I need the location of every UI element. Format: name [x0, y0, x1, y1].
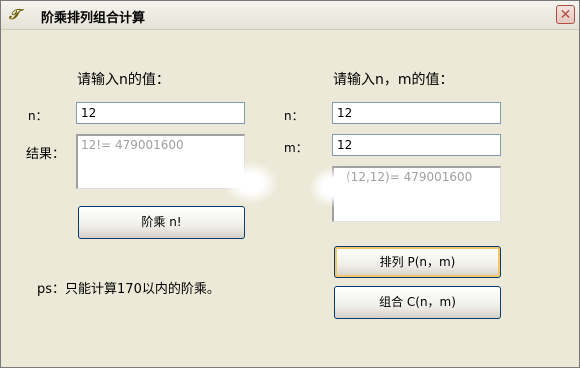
perm-m-input[interactable]: 12 — [332, 134, 501, 156]
perm-result-box: (12,12)= 479001600 — [332, 166, 501, 222]
blur-artifact-left — [223, 161, 279, 205]
app-window: 𝒯 阶乘排列组合计算 ✕ 请输入n的值： n： 12 结果： 12!= 4790… — [0, 0, 580, 368]
perm-comb-heading: 请输入n，m的值： — [333, 72, 454, 88]
combination-button[interactable]: 组合 C(n，m) — [334, 286, 501, 319]
close-button[interactable]: ✕ — [556, 5, 575, 24]
window-title: 阶乘排列组合计算 — [41, 11, 146, 26]
factorial-heading: 请输入n的值： — [77, 72, 170, 88]
permutation-button[interactable]: 排列 P(n，m) — [334, 246, 501, 278]
factorial-button[interactable]: 阶乘 n! — [78, 206, 245, 239]
ps-note: ps：只能计算170以内的阶乘。 — [37, 282, 220, 297]
m-label: m： — [284, 141, 308, 155]
result-label: 结果： — [26, 147, 66, 162]
title-bar[interactable]: 𝒯 阶乘排列组合计算 ✕ — [1, 1, 579, 30]
factorial-result-box: 12!= 479001600 — [76, 134, 245, 189]
n-label-right: n： — [284, 109, 304, 123]
blur-artifact-right — [309, 166, 355, 208]
n-label: n： — [28, 109, 48, 123]
factorial-n-input[interactable]: 12 — [76, 102, 245, 124]
perm-n-input[interactable]: 12 — [332, 102, 501, 124]
app-icon: 𝒯 — [9, 7, 20, 23]
